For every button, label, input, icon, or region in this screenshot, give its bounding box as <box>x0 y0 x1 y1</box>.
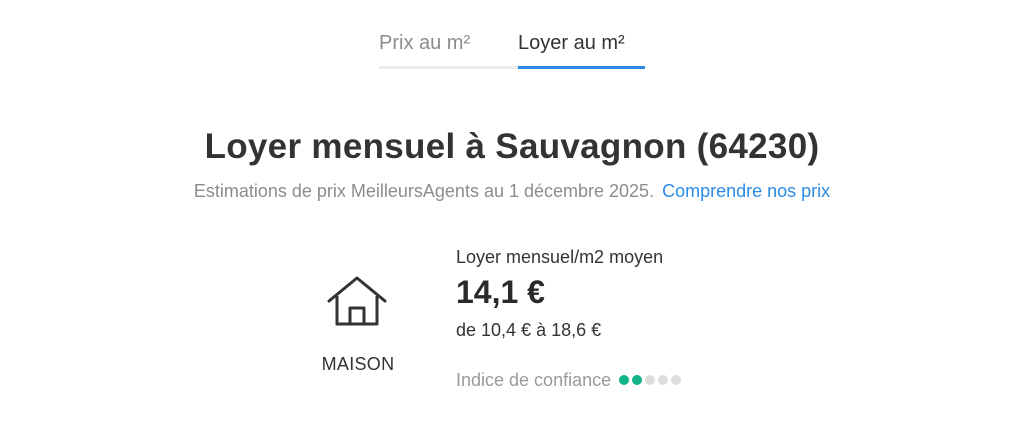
tab-prix-label: Prix au m² <box>379 32 471 54</box>
confidence-dots <box>619 375 682 385</box>
understand-prices-link[interactable]: Comprendre nos prix <box>662 181 830 201</box>
page: Prix au m² Loyer au m² Loyer mensuel à S… <box>0 0 1024 427</box>
tab-bar: Prix au m² Loyer au m² <box>379 28 645 71</box>
confidence-index: Indice de confiance <box>456 368 682 392</box>
confidence-dot <box>645 375 656 385</box>
active-tab-indicator <box>518 66 645 69</box>
rent-range: de 10,4 € à 18,6 € <box>456 320 602 340</box>
page-title: Loyer mensuel à Sauvagnon (64230) <box>204 127 820 166</box>
tab-prix-au-m2[interactable]: Prix au m² <box>379 28 518 69</box>
property-type-label: MAISON <box>321 354 395 374</box>
confidence-dot <box>632 375 643 385</box>
confidence-dot <box>619 375 630 385</box>
page-subtitle: Estimations de prix MeilleursAgents au 1… <box>0 179 1024 203</box>
confidence-dot <box>658 375 669 385</box>
metric-label: Loyer mensuel/m2 moyen <box>456 247 664 267</box>
house-icon <box>327 276 387 326</box>
tab-loyer-au-m2[interactable]: Loyer au m² <box>518 28 645 69</box>
tab-loyer-label: Loyer au m² <box>518 32 625 54</box>
estimation-note: Estimations de prix MeilleursAgents au 1… <box>193 181 655 201</box>
confidence-dot <box>671 375 682 385</box>
confidence-label: Indice de confiance <box>456 370 612 390</box>
average-rent-value: 14,1 € <box>456 274 545 310</box>
